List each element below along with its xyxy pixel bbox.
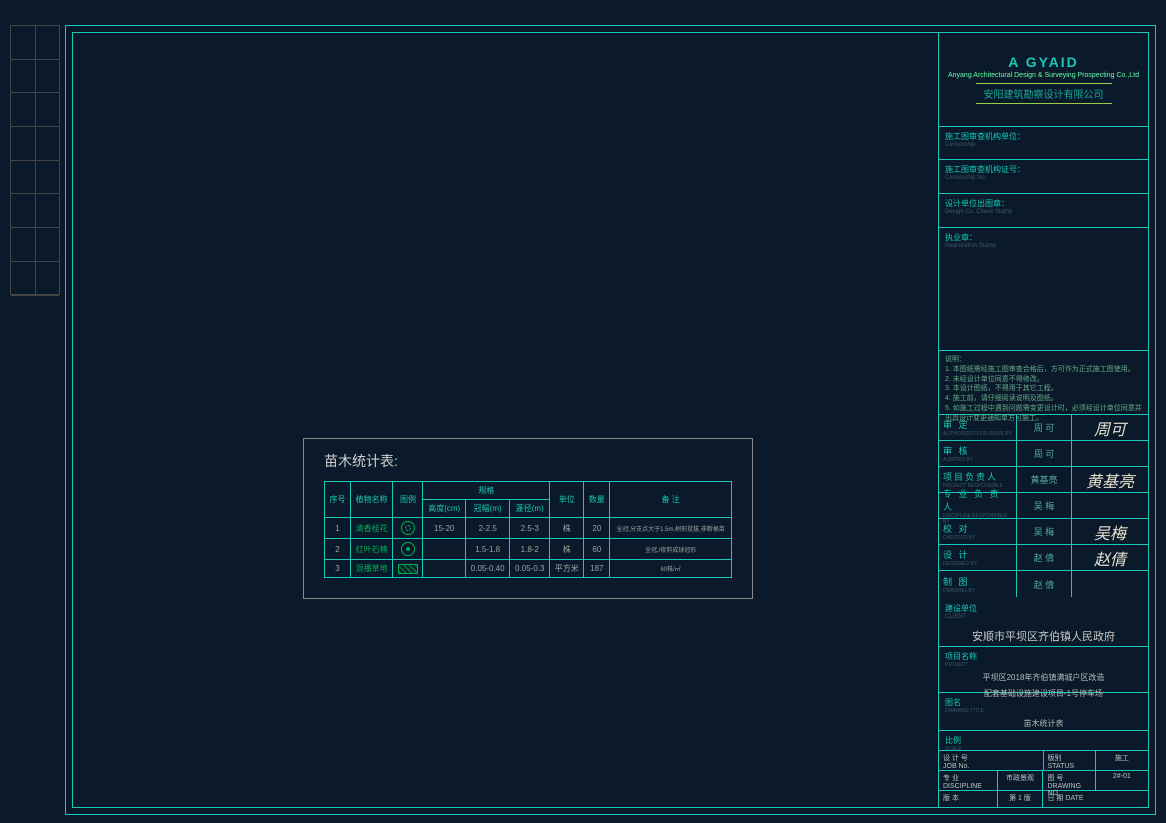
reg-stamp-label-cn: 执业章： [945,232,1142,243]
status-value: 施工 [1096,751,1148,771]
censorship-label-cn: 施工图审查机构单位： [945,131,1142,142]
ver-value: 第 1 版 [998,791,1044,807]
plant-schedule-title: 苗木统计表: [324,451,732,471]
signature: 吴梅 [1072,519,1148,544]
signature [1072,571,1148,597]
col-d: 蓬径(m) [510,500,550,518]
symbol-circle-icon [401,521,415,535]
drawing-border-outer: 苗木统计表: 序号 植物名称 图例 规格 单位 数量 备 注 高度(cm) 冠幅… [65,25,1156,815]
signer-name: 吴 梅 [1017,519,1072,544]
scale-label-cn: 比例 [945,735,1142,746]
col-remark: 备 注 [610,482,732,518]
table-row: 3混播草地0.05-0.400.05-0.3平方米18760株/㎡ [325,560,732,578]
table-row: 2红叶石楠1.5-1.81.8-2株60全冠,/修剪成球冠形 [325,539,732,560]
drawing-label-cn: 图名 [945,697,1142,708]
role-cell: 制 图DRAWING BY [939,571,1017,597]
design-stamp-label-cn: 设计单位出图章： [945,198,1142,209]
signature [1072,493,1148,518]
disc-value: 市政景观 [998,771,1044,791]
signatures-block: 审 定AUTHORIZED FOR ISSUE BY周 可周可审 核AUDITE… [939,415,1148,597]
design-no-label: 设 计 号 [943,755,968,762]
logo-cn: 安阳建筑勘察设计有限公司 [976,83,1112,104]
bottom-grid: 设 计 号JOB No. 版别STATUS 施工 专 业DISCIPLINE 市… [939,751,1148,807]
project-text-1: 平坝区2018年齐伯镇满城户区改造 [945,672,1142,684]
client-section: 建设单位 CLIENT 安顺市平坝区齐伯镇人民政府 [939,597,1148,647]
project-label-en: PROJECT [945,662,1142,668]
censorno-label-cn: 施工图审查机构证号： [945,164,1142,175]
censorno-section: 施工图审查机构证号： Censorship No. [939,160,1148,194]
drawing-name: 苗木统计表 [945,718,1142,730]
col-unit: 单位 [550,482,584,518]
client-label-en: CLIENT [945,614,1142,620]
signature: 赵倩 [1072,545,1148,570]
drawing-title-section: 图名 DRAWING TITLE 苗木统计表 [939,693,1148,731]
signature-row: 校 对CHECKED BY吴 梅吴梅 [939,519,1148,545]
censorship-section: 施工图审查机构单位： Censorship [939,127,1148,161]
signature-row: 审 核AUDITED BY周 可 [939,441,1148,467]
design-stamp-section: 设计单位出图章： Design Co. Check Stamp [939,194,1148,228]
table-header-row: 序号 植物名称 图例 规格 单位 数量 备 注 [325,482,732,500]
role-cell: 审 核AUDITED BY [939,441,1017,466]
note-line: 1. 本图纸需经施工图审查合格后，方可作为正式施工图使用。 [945,365,1142,375]
signature-row: 审 定AUTHORIZED FOR ISSUE BY周 可周可 [939,415,1148,441]
role-cell: 审 定AUTHORIZED FOR ISSUE BY [939,415,1017,440]
drawing-label-en: DRAWING TITLE [945,708,1142,714]
scale-bar [10,25,60,295]
note-line: 3. 本设计图纸，不得用于其它工程。 [945,384,1142,394]
title-block: A GYAID Anyang Architectural Design & Su… [938,33,1148,807]
signer-name: 黄基亮 [1017,467,1072,492]
col-spec: 规格 [423,482,550,500]
signer-name: 赵 倩 [1017,571,1072,597]
date-label: 日 期 [1047,795,1063,802]
col-no: 序号 [325,482,351,518]
client-label-cn: 建设单位 [945,603,1142,614]
col-h: 高度(cm) [423,500,466,518]
scale-section: 比例 SCALE [939,731,1148,751]
signer-name: 赵 倩 [1017,545,1072,570]
signer-name: 吴 梅 [1017,493,1072,518]
plant-schedule-table: 序号 植物名称 图例 规格 单位 数量 备 注 高度(cm) 冠幅(m) 蓬径(… [324,481,732,578]
note-line: 4. 施工前，请仔细阅读说明及图纸。 [945,394,1142,404]
logo-mark: A GYAID [1008,54,1079,70]
note-line: 2. 未经设计单位同意不得修改。 [945,375,1142,385]
notes-title: 说明： [945,355,1142,365]
censorno-label-en: Censorship No. [945,175,1142,181]
role-cell: 专 业 负 责 人DISCIPLINE RESPONSIBLE BY [939,493,1017,518]
ver-label: 版 本 [943,795,959,802]
role-cell: 校 对CHECKED BY [939,519,1017,544]
drawing-border-inner: 苗木统计表: 序号 植物名称 图例 规格 单位 数量 备 注 高度(cm) 冠幅… [72,32,1149,808]
col-qty: 数量 [584,482,610,518]
col-name: 植物名称 [350,482,393,518]
signature-row: 专 业 负 责 人DISCIPLINE RESPONSIBLE BY吴 梅 [939,493,1148,519]
reg-stamp-section: 执业章： Registration Stamp [939,228,1148,351]
signature [1072,441,1148,466]
logo-sub: Anyang Architectural Design & Surveying … [948,72,1139,79]
signer-name: 周 可 [1017,415,1072,440]
plant-schedule-panel: 苗木统计表: 序号 植物名称 图例 规格 单位 数量 备 注 高度(cm) 冠幅… [303,438,753,599]
notes-section: 说明： 1. 本图纸需经施工图审查合格后，方可作为正式施工图使用。2. 未经设计… [939,351,1148,415]
col-sym: 图例 [393,482,423,518]
dwg-no-value: 2#-01 [1096,771,1148,791]
logo-section: A GYAID Anyang Architectural Design & Su… [939,33,1148,127]
project-section: 项目名称 PROJECT 平坝区2018年齐伯镇满城户区改造 配套基础设施建设项… [939,647,1148,693]
status-label: 版别 [1048,755,1062,762]
client-name: 安顺市平坝区齐伯镇人民政府 [945,628,1142,644]
disc-label: 专 业 [943,775,959,782]
role-cell: 设 计DESIGNED BY [939,545,1017,570]
dwg-no-label: 图 号 [1047,775,1063,782]
censorship-label-en: Censorship [945,142,1142,148]
table-row: 1清香桂花15-202-2.52.5-3株20全冠,分支点大于1.5m,树形挺拔… [325,518,732,539]
signature: 周可 [1072,415,1148,440]
signer-name: 周 可 [1017,441,1072,466]
project-label-cn: 项目名称 [945,651,1142,662]
signature: 黄基亮 [1072,467,1148,492]
col-w: 冠幅(m) [465,500,509,518]
design-stamp-label-en: Design Co. Check Stamp [945,209,1142,215]
signature-row: 设 计DESIGNED BY赵 倩赵倩 [939,545,1148,571]
reg-stamp-label-en: Registration Stamp [945,243,1142,249]
symbol-hatch-icon [398,564,418,574]
signature-row: 制 图DRAWING BY赵 倩 [939,571,1148,597]
symbol-dot-icon [401,542,415,556]
